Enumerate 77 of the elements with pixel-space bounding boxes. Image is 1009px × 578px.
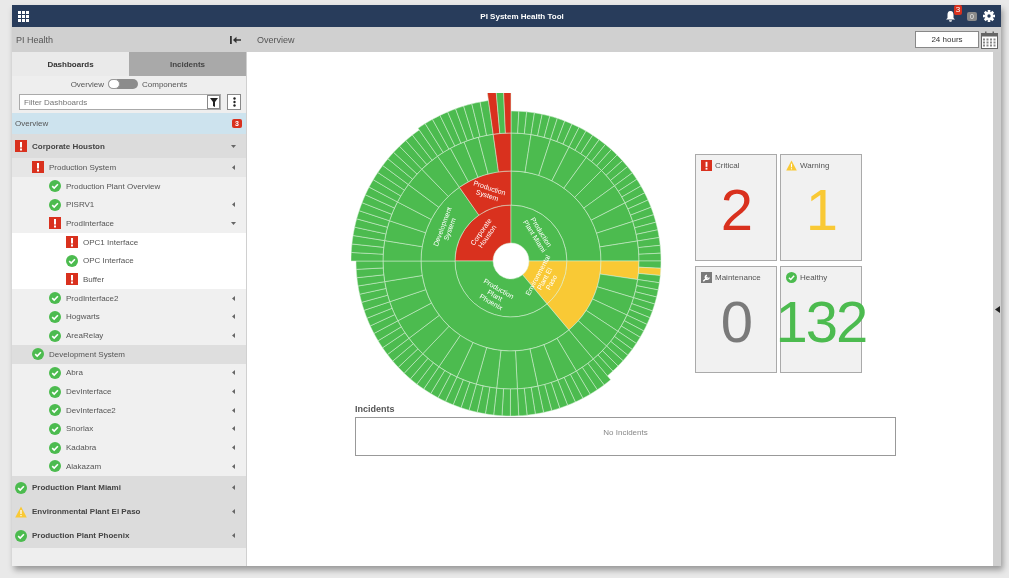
alert-icon (32, 161, 44, 174)
summary-card[interactable]: Warning 1 (780, 154, 862, 261)
check-icon (49, 460, 61, 473)
check-icon (49, 310, 61, 323)
tab[interactable]: Dashboards (12, 52, 129, 76)
check-icon (49, 441, 61, 454)
filter-button[interactable] (207, 95, 220, 109)
caret-icon[interactable] (231, 370, 236, 376)
caret-icon[interactable] (231, 407, 236, 413)
toggle-label: Overview (70, 79, 104, 89)
page-title: Overview (257, 34, 296, 45)
calendar-icon[interactable] (981, 30, 998, 49)
caret-icon[interactable] (231, 426, 236, 432)
alert-icon (701, 160, 712, 171)
check-icon (49, 329, 61, 342)
caret-icon[interactable] (231, 220, 236, 226)
bell-icon[interactable] (945, 10, 957, 22)
wrench-icon (701, 272, 712, 283)
collapse-icon[interactable] (230, 35, 241, 44)
check-icon (49, 385, 61, 398)
check-icon (32, 348, 44, 361)
count-number: 2 (720, 176, 752, 243)
view-switch[interactable] (108, 79, 138, 89)
app-grid-icon[interactable] (18, 10, 29, 22)
window-title: PI System Health Tool (479, 11, 565, 21)
check-icon (15, 481, 27, 494)
panel-title: PI Health (16, 34, 54, 45)
card-label: Maintenance (715, 273, 761, 282)
tree-item[interactable]: OPC Interface (12, 251, 246, 271)
alert-icon (66, 273, 78, 286)
tab[interactable]: Incidents (129, 52, 246, 76)
card-label: Warning (800, 161, 830, 170)
card-label: Critical (715, 161, 740, 170)
check-icon (49, 198, 61, 211)
alert-icon (15, 140, 27, 152)
card-label: Healthy (800, 273, 828, 282)
caret-icon[interactable] (231, 314, 236, 320)
caret-icon[interactable] (231, 445, 236, 451)
notification-badge: 3 (953, 5, 963, 15)
empty-message: No Incidents (603, 428, 648, 439)
alert-icon (49, 217, 61, 230)
tree-item[interactable]: Production Plant Phoenix (12, 523, 246, 548)
check-icon (49, 404, 61, 417)
settings-icon[interactable] (983, 10, 995, 22)
caret-icon[interactable] (994, 305, 1000, 313)
more-button[interactable] (227, 94, 241, 110)
check-icon (66, 254, 78, 267)
caret-icon[interactable] (231, 463, 236, 469)
alert-icon (66, 236, 78, 249)
time-range-field[interactable]: 24 hours (915, 31, 979, 48)
caret-icon[interactable] (231, 389, 236, 395)
check-icon (786, 272, 797, 283)
check-icon (49, 180, 61, 193)
tree-item[interactable]: Corporate Houston (12, 134, 246, 158)
tree-item[interactable]: Environmental Plant El Paso (12, 499, 246, 524)
summary-card[interactable]: Critical 2 (695, 154, 777, 261)
warning-icon (15, 505, 27, 518)
warning-icon (786, 160, 797, 171)
toggle-label: Components (142, 79, 188, 89)
tree-item[interactable]: Production System (12, 158, 246, 177)
check-icon (49, 422, 61, 435)
check-icon (49, 366, 61, 379)
tree-item[interactable]: Buffer (12, 270, 246, 289)
check-icon (49, 292, 61, 305)
count-number: 1 (805, 176, 837, 243)
caret-icon[interactable] (231, 333, 236, 339)
more-icon (232, 97, 236, 107)
tree-item[interactable]: Production Plant Miami (12, 475, 246, 500)
section-title: Incidents (355, 404, 395, 414)
caret-icon[interactable] (231, 295, 236, 301)
caret-icon[interactable] (231, 202, 236, 208)
caret-icon[interactable] (231, 164, 236, 170)
funnel-icon (209, 97, 218, 107)
summary-card[interactable]: Maintenance 0 (695, 266, 777, 373)
filter-field[interactable]: Filter Dashboards (19, 94, 221, 110)
check-icon (15, 529, 27, 542)
count-number: 0 (720, 288, 752, 355)
